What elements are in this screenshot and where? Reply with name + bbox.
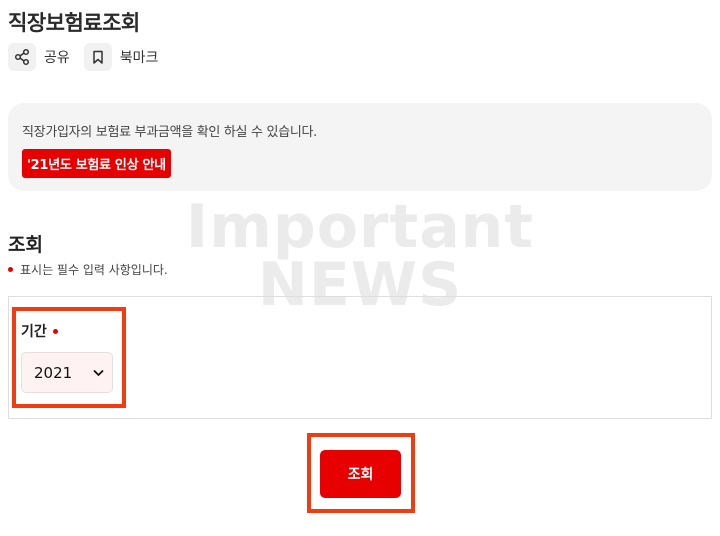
- period-highlight-frame: [12, 307, 126, 408]
- notice-box: 직장가입자의 보험료 부과금액을 확인 하실 수 있습니다. '21년도 보험료…: [8, 103, 712, 191]
- search-button-highlight-frame: [307, 433, 415, 513]
- bookmark-label: 북마크: [119, 50, 159, 66]
- utility-bar: 공유 북마크: [8, 43, 172, 71]
- notice-text: 직장가입자의 보험료 부과금액을 확인 하실 수 있습니다.: [22, 125, 318, 140]
- page-title: 직장보험료조회: [8, 11, 140, 35]
- share-button[interactable]: 공유: [8, 43, 70, 71]
- section-title: 조회: [8, 234, 43, 256]
- premium-increase-notice-link[interactable]: '21년도 보험료 인상 안내: [22, 149, 171, 178]
- watermark-line-1: Important: [185, 192, 535, 262]
- required-note: 표시는 필수 입력 사항입니다.: [8, 261, 168, 278]
- bookmark-button[interactable]: 북마크: [83, 43, 159, 71]
- share-icon: [8, 43, 36, 71]
- required-note-text: 표시는 필수 입력 사항입니다.: [20, 263, 168, 277]
- required-dot-icon: [8, 267, 13, 272]
- bookmark-icon: [83, 43, 112, 71]
- share-label: 공유: [44, 50, 70, 66]
